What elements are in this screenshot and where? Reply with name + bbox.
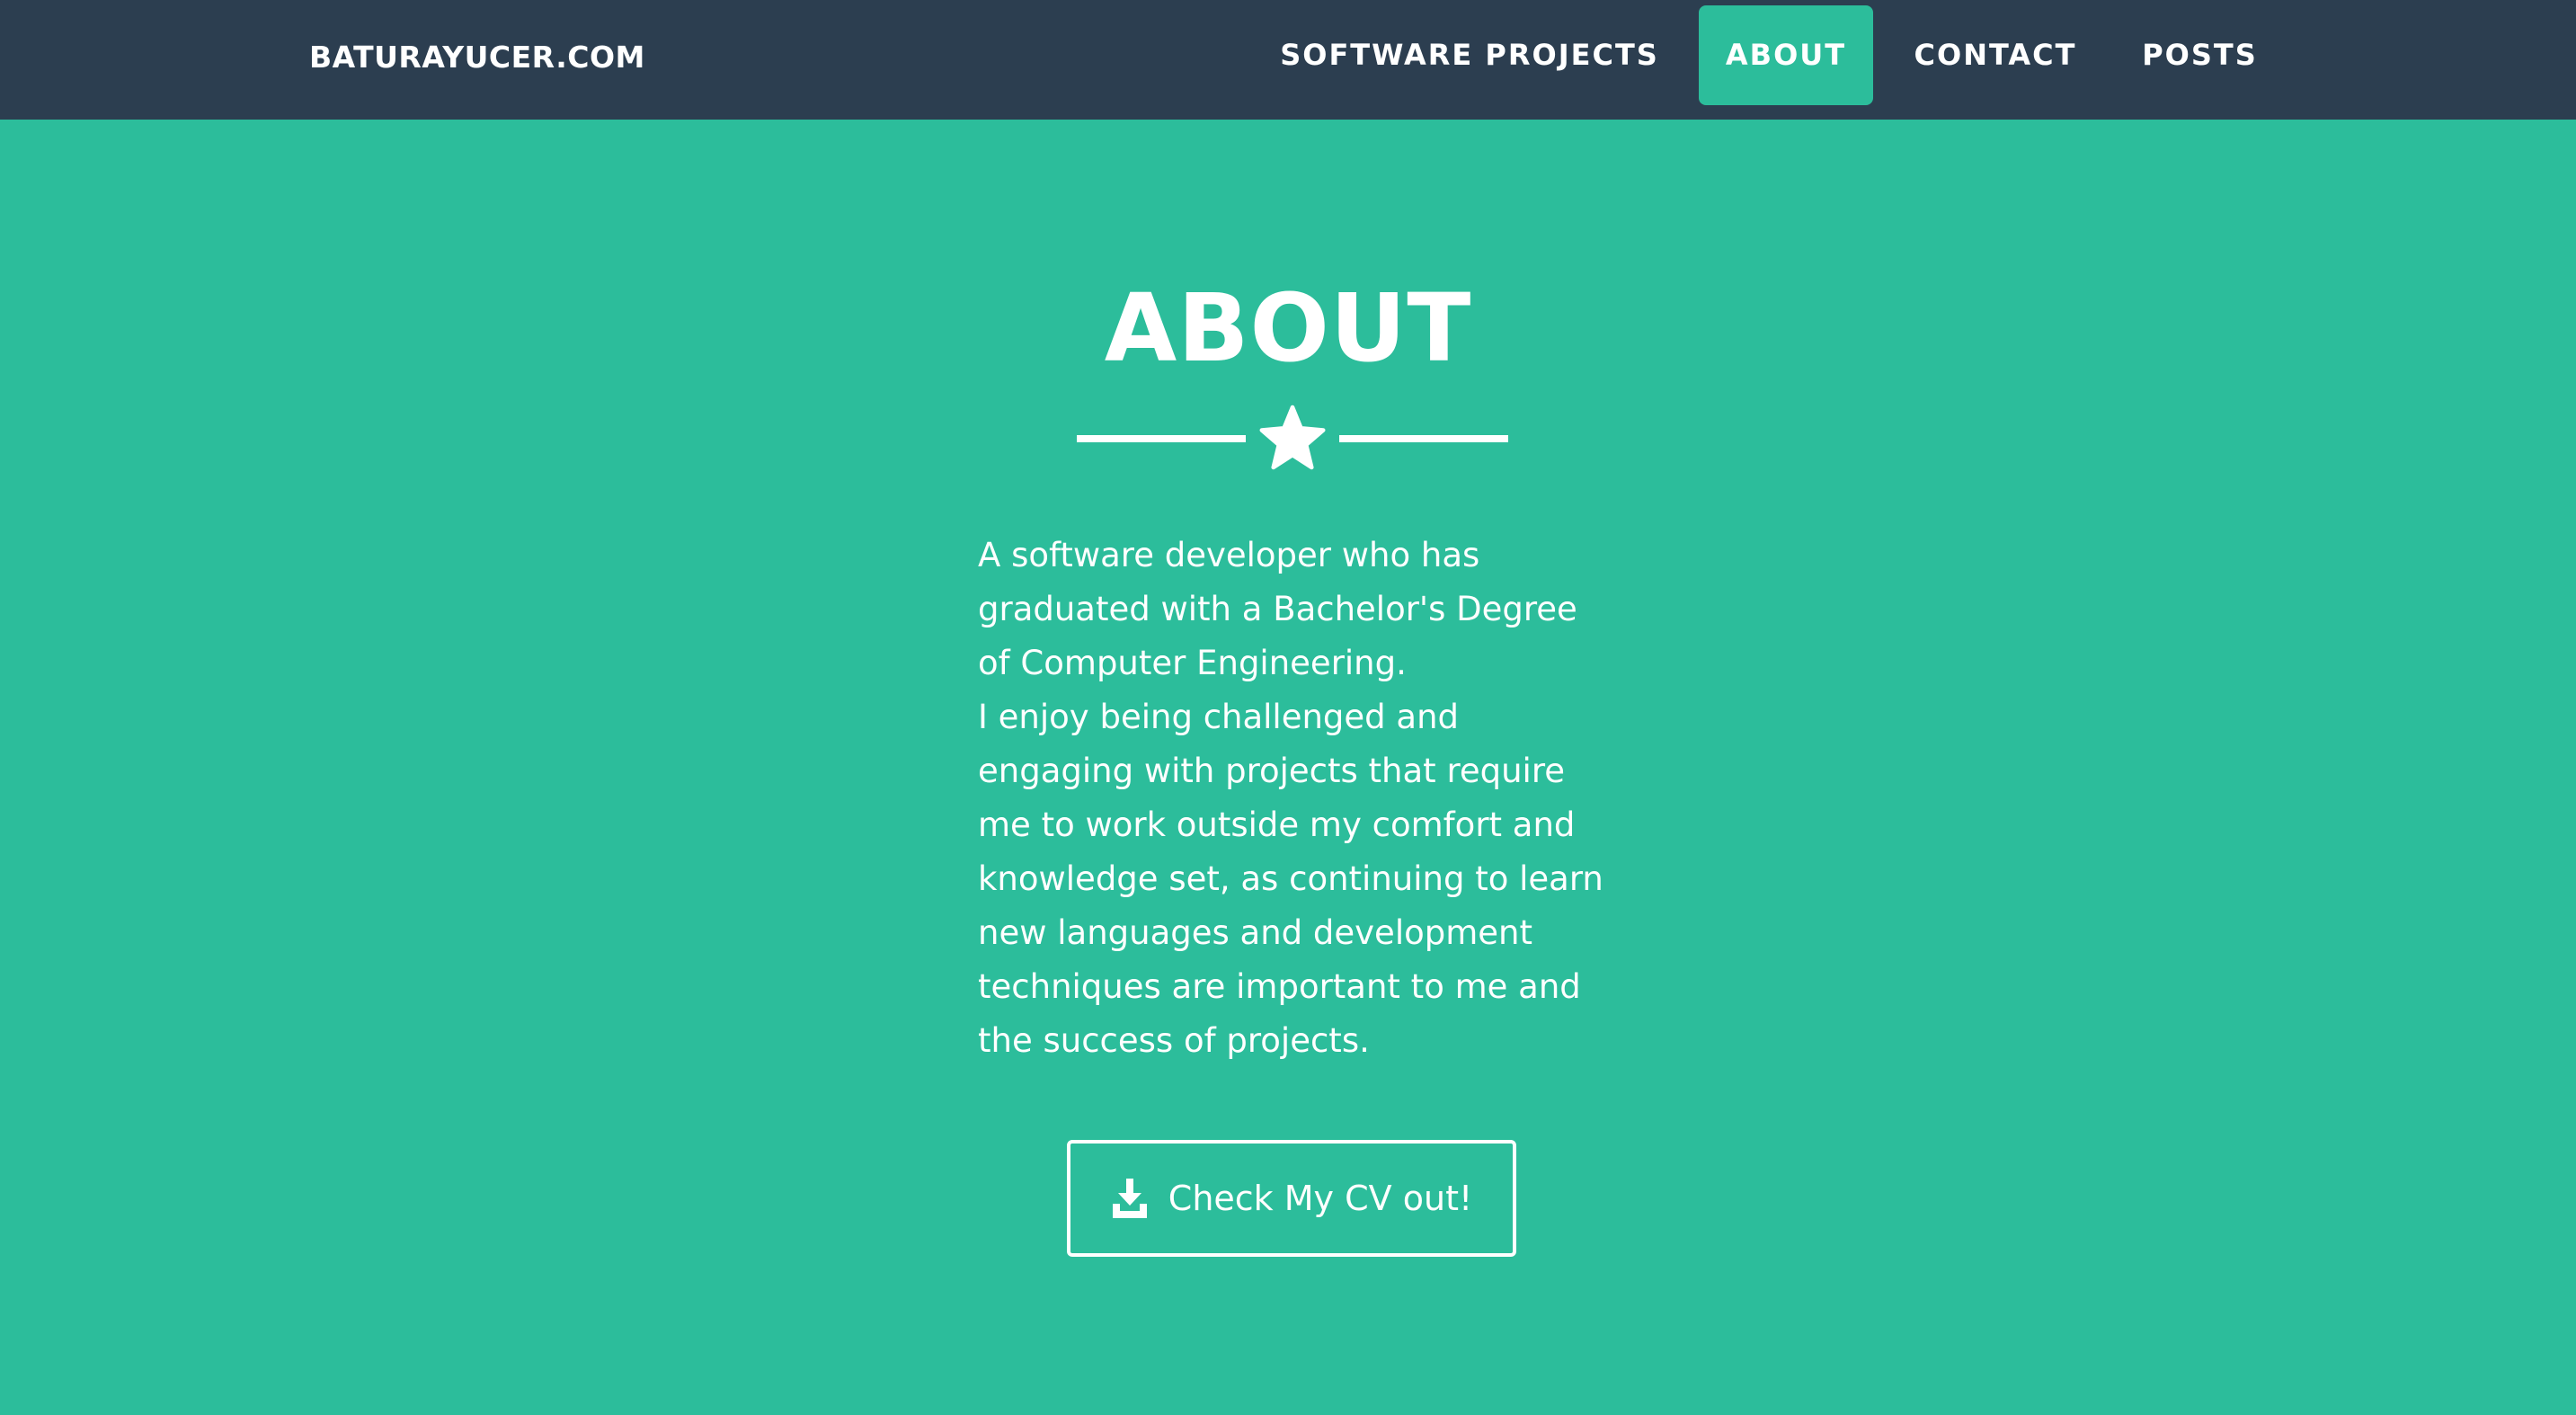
about-text: A software developer who has graduated w… [978, 529, 1607, 1068]
download-icon [1112, 1179, 1147, 1218]
nav-item-contact[interactable]: CONTACT [1896, 5, 2094, 105]
divider-line-left [1077, 435, 1246, 442]
nav-item-about[interactable]: ABOUT [1699, 5, 1873, 105]
navbar: BATURAYUCER.COM SOFTWARE PROJECTS ABOUT … [0, 0, 2576, 120]
about-paragraph-1: A software developer who has graduated w… [978, 536, 1577, 682]
divider-line-right [1339, 435, 1508, 442]
check-cv-label: Check My CV out! [1168, 1179, 1473, 1218]
about-paragraph-2: I enjoy being challenged and engaging wi… [978, 698, 1603, 1060]
section-title: ABOUT [1104, 273, 1472, 383]
brand-link[interactable]: BATURAYUCER.COM [309, 40, 645, 76]
check-cv-button[interactable]: Check My CV out! [1067, 1140, 1516, 1257]
nav-item-posts[interactable]: POSTS [2121, 5, 2278, 105]
nav-item-software-projects[interactable]: SOFTWARE PROJECTS [1267, 5, 1672, 105]
star-icon [1259, 405, 1326, 470]
